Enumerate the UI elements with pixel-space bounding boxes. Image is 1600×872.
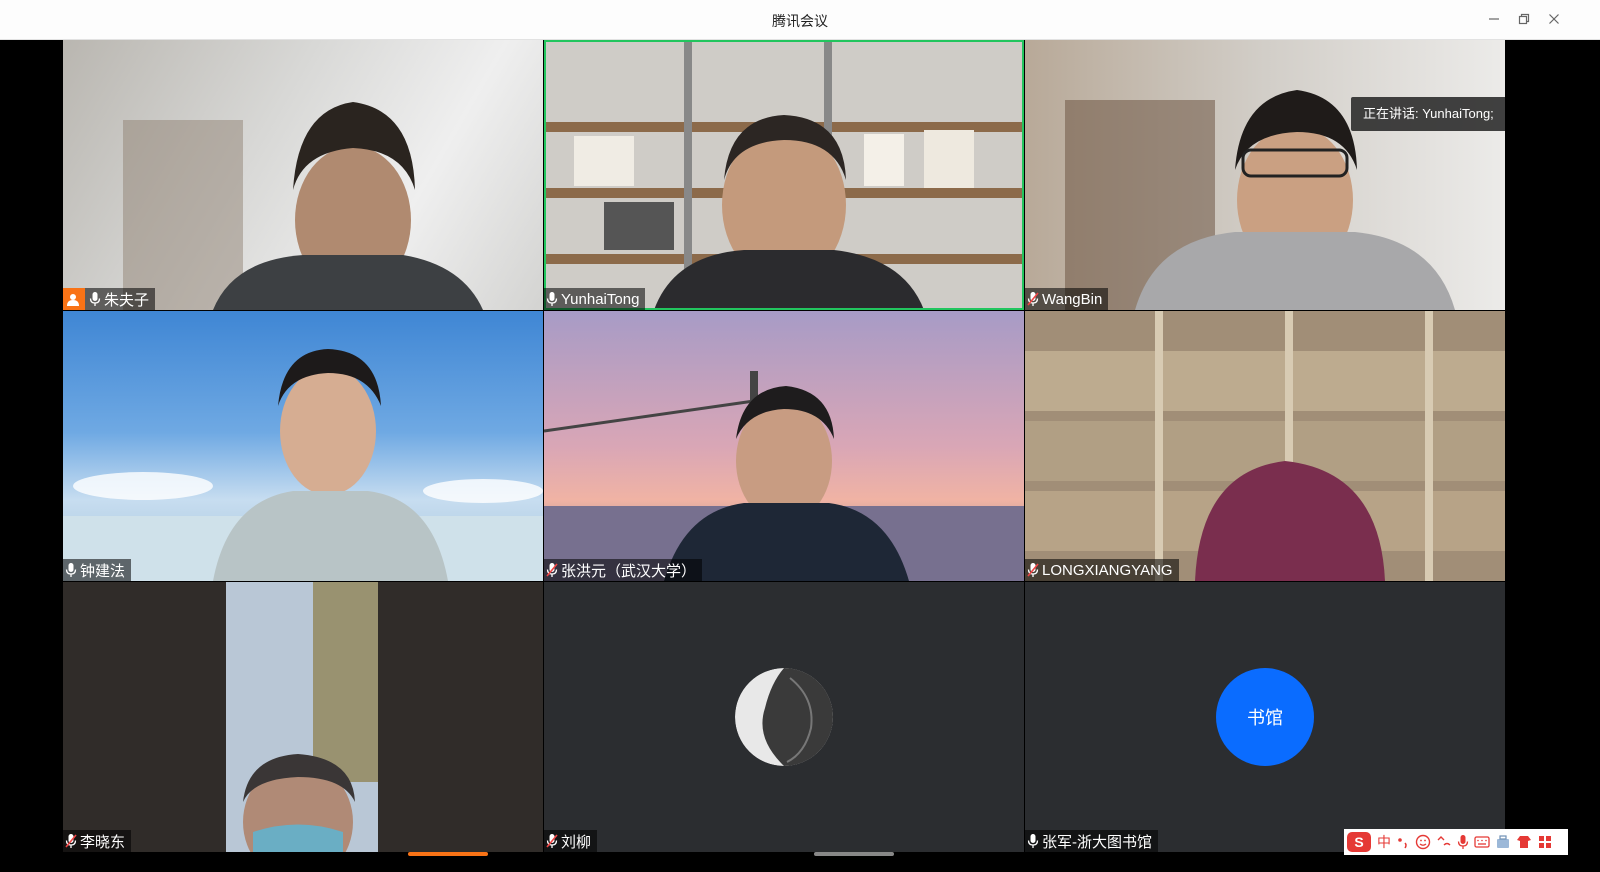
participant-video: [544, 40, 1024, 310]
mic-muted-icon: [1027, 563, 1039, 577]
mic-icon: [65, 563, 77, 577]
host-icon: [63, 288, 85, 310]
scroll-indicator: [814, 852, 894, 856]
participant-video: [544, 371, 1024, 581]
name-tag: YunhaiTong: [544, 288, 646, 310]
participant-name: LONGXIANGYANG: [1042, 561, 1173, 579]
participant-name: 张军-浙大图书馆: [1042, 833, 1152, 851]
voice-input-icon[interactable]: [1457, 834, 1469, 850]
name-tag: WangBin: [1025, 288, 1109, 310]
ime-mode[interactable]: 中: [1377, 832, 1391, 852]
participant-name: 刘柳: [561, 833, 592, 851]
avatar: 书馆: [1216, 668, 1314, 766]
mic-muted-icon: [1027, 292, 1039, 306]
video-tile-9[interactable]: 书馆 张军-浙大图书馆: [1025, 582, 1505, 852]
name-tag: 张军-浙大图书馆: [1025, 830, 1158, 852]
name-tag: 张洪元（武汉大学）: [544, 559, 703, 581]
mic-muted-icon: [65, 834, 77, 848]
participant-name: 张洪元（武汉大学）: [561, 562, 697, 580]
speaking-indicator: 正在讲话: YunhaiTong;: [1351, 97, 1505, 131]
name-tag: 李晓东: [63, 830, 132, 852]
minimize-icon[interactable]: [1482, 8, 1506, 32]
video-tile-3[interactable]: 正在讲话: YunhaiTong; WangBin: [1025, 40, 1505, 310]
symbol-icon[interactable]: [1436, 834, 1452, 850]
participant-name: YunhaiTong: [561, 290, 640, 308]
window-title: 腾讯会议: [772, 13, 828, 29]
name-tag: 朱夫子: [63, 288, 156, 310]
name-tag: 钟建法: [63, 559, 132, 581]
video-tile-8[interactable]: 刘柳: [544, 582, 1024, 852]
name-tag: 刘柳: [544, 830, 598, 852]
participant-video: [1065, 90, 1455, 310]
keyboard-icon[interactable]: [1474, 835, 1490, 849]
menu-grid-icon[interactable]: [1537, 834, 1553, 850]
mic-icon: [89, 292, 101, 306]
participant-video: [63, 349, 543, 581]
video-tile-6[interactable]: LONGXIANGYANG: [1025, 311, 1505, 581]
title-bar: 腾讯会议: [0, 0, 1600, 40]
name-tag: LONGXIANGYANG: [1025, 559, 1179, 581]
participant-video: [123, 102, 483, 310]
video-tile-5[interactable]: 张洪元（武汉大学）: [544, 311, 1024, 581]
toolbox-icon[interactable]: [1495, 834, 1511, 850]
ime-toolbar[interactable]: S 中: [1344, 829, 1568, 855]
sogou-logo-icon: S: [1347, 832, 1371, 852]
mic-muted-icon: [546, 563, 558, 577]
participant-video: [226, 582, 378, 852]
participant-name: WangBin: [1042, 290, 1103, 308]
avatar: [735, 668, 833, 766]
skin-icon[interactable]: [1516, 834, 1532, 850]
video-tile-4[interactable]: 钟建法: [63, 311, 543, 581]
video-tile-1[interactable]: 朱夫子: [63, 40, 543, 310]
participant-name: 李晓东: [80, 833, 126, 851]
restore-icon[interactable]: [1512, 8, 1536, 32]
mic-icon: [546, 292, 558, 306]
video-tile-7[interactable]: 李晓东: [63, 582, 543, 852]
emoji-icon[interactable]: [1415, 834, 1431, 850]
participant-name: 钟建法: [80, 562, 126, 580]
video-grid: 朱夫子 YunhaiTong 正在讲话: YunhaiTong; WangBin…: [63, 40, 1537, 872]
svg-text:S: S: [1354, 834, 1363, 850]
participant-video: [1025, 311, 1505, 581]
mic-icon: [1027, 834, 1039, 848]
punctuation-icon[interactable]: [1396, 835, 1410, 849]
participant-name: 朱夫子: [104, 291, 150, 309]
video-tile-2[interactable]: YunhaiTong: [544, 40, 1024, 310]
close-icon[interactable]: [1542, 8, 1566, 32]
scroll-indicator: [408, 852, 488, 856]
mic-muted-icon: [546, 834, 558, 848]
